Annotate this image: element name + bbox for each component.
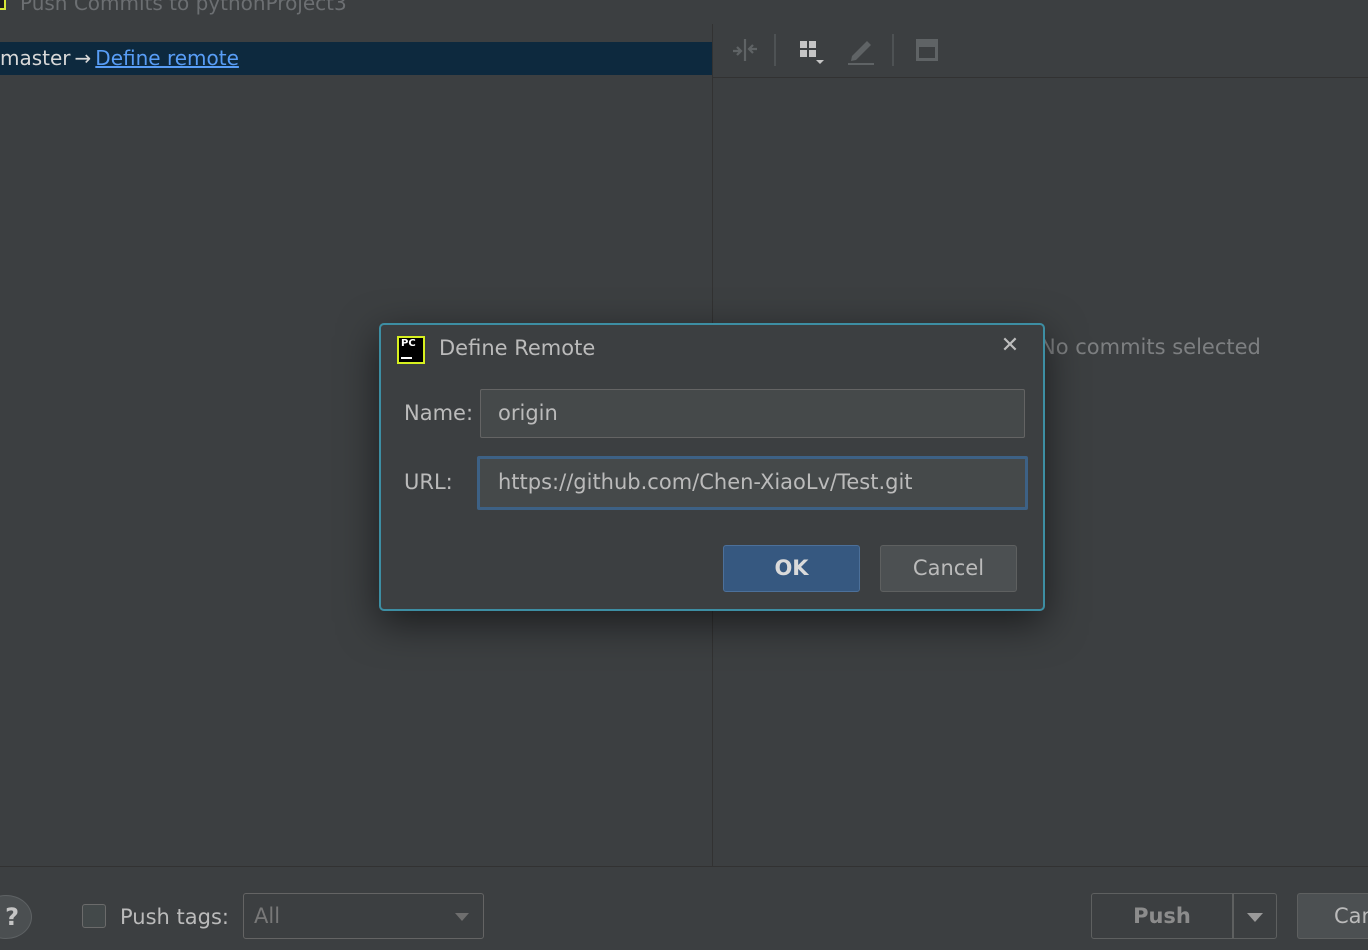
no-commits-text: No commits selected (1040, 335, 1261, 359)
name-label: Name: (404, 401, 474, 425)
dialog-title: Define Remote (439, 336, 596, 360)
group-by-icon[interactable] (793, 34, 829, 66)
preview-icon[interactable] (909, 34, 945, 66)
pycharm-logo-icon (0, 0, 6, 10)
window-title-bar: Push Commits to pythonProject3 (0, 0, 1368, 24)
chevron-down-icon (455, 913, 469, 921)
edit-icon[interactable] (843, 34, 879, 66)
details-toolbar (713, 24, 1368, 78)
branch-name: master (0, 46, 71, 70)
define-remote-dialog: PC Define Remote ✕ Name: origin URL: htt… (379, 323, 1045, 611)
name-field[interactable]: origin (480, 389, 1025, 438)
window-title: Push Commits to pythonProject3 (20, 0, 347, 15)
cancel-button[interactable]: Cancel (880, 545, 1017, 592)
collapse-icon[interactable] (727, 34, 763, 66)
right-arrow-icon: → (74, 46, 92, 70)
push-tags-select[interactable]: All (243, 893, 484, 939)
define-remote-link[interactable]: Define remote (95, 46, 239, 70)
close-icon[interactable]: ✕ (997, 333, 1023, 359)
toolbar-separator (774, 34, 776, 66)
toolbar-separator (892, 34, 894, 66)
url-field[interactable]: https://github.com/Chen-XiaoLv/Test.git (477, 456, 1028, 510)
push-dropdown-button[interactable] (1233, 893, 1277, 939)
push-tags-select-value: All (254, 904, 281, 928)
push-tags-checkbox[interactable] (82, 904, 106, 928)
push-tags-label: Push tags: (120, 905, 229, 929)
push-button[interactable]: Push (1091, 893, 1233, 939)
pycharm-icon: PC (397, 336, 425, 364)
help-button[interactable]: ? (0, 895, 32, 939)
pycharm-icon-text: PC (401, 338, 416, 349)
cancel-push-button[interactable]: Cancel (1297, 893, 1368, 939)
branch-row[interactable]: master → Define remote (0, 42, 712, 75)
bottom-bar: ? Push tags: All Push Cancel (0, 866, 1368, 950)
chevron-down-icon (1247, 913, 1263, 922)
ok-button[interactable]: OK (723, 545, 860, 592)
url-label: URL: (404, 470, 453, 494)
